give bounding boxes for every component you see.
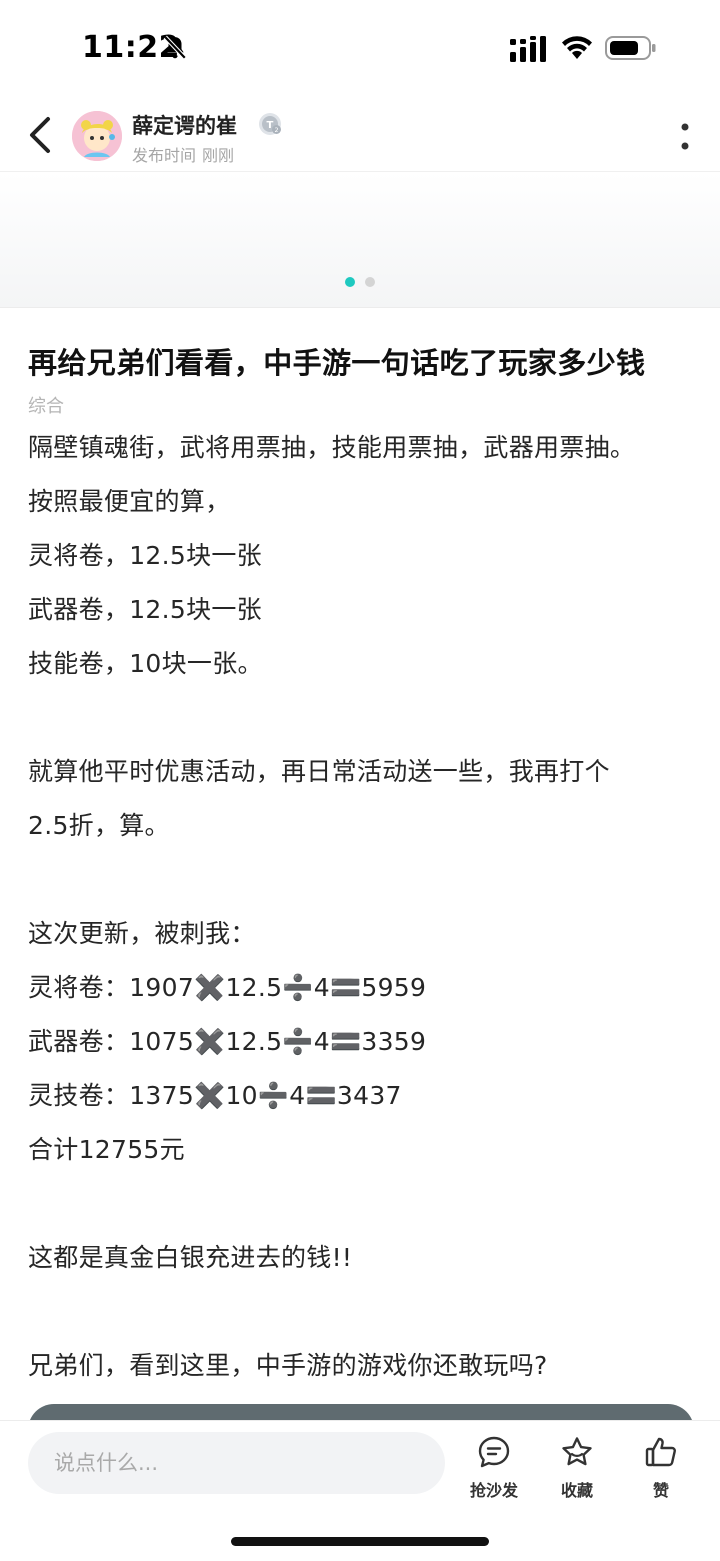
sofa-label: 抢沙发 — [469, 1481, 518, 1500]
post-line: 灵将卷：1907✖️12.5➗4🟰5959 — [28, 973, 427, 1002]
post-header: 薛定谔的崔 T 2 发布时间 刚刚 — [0, 100, 720, 172]
image-carousel[interactable] — [0, 172, 720, 308]
post-line: 隔壁镇魂街，武将用票抽，技能用票抽，武器用票抽。 — [28, 433, 636, 462]
avatar[interactable] — [72, 111, 122, 161]
sofa-button[interactable]: 抢沙发 — [459, 1435, 529, 1501]
more-vertical-icon[interactable] — [678, 120, 692, 154]
like-button[interactable]: 赞 — [626, 1435, 696, 1501]
thumbs-up-icon — [645, 1437, 676, 1467]
bell-mute-icon — [163, 35, 187, 60]
post-line: 2.5折，算。 — [28, 811, 170, 840]
post-line: 这次更新，被刺我： — [28, 919, 256, 948]
post-line: 就算他平时优惠活动，再日常活动送一些，我再打个 — [28, 757, 610, 786]
post-line: 武器卷：1075✖️12.5➗4🟰3359 — [28, 1027, 427, 1056]
publish-label: 发布时间 — [132, 146, 197, 165]
comment-bubble-icon — [478, 1436, 510, 1468]
like-label: 赞 — [652, 1481, 669, 1500]
post-line-blank — [28, 853, 698, 907]
publish-time-line: 发布时间 刚刚 — [132, 142, 240, 166]
carousel-dot-active[interactable] — [345, 277, 355, 287]
avatar-image — [72, 111, 122, 161]
wifi-icon — [562, 36, 592, 59]
post-line: 灵将卷，12.5块一张 — [28, 541, 262, 570]
favorite-button[interactable]: 收藏 — [542, 1435, 612, 1501]
post-line-blank — [28, 1285, 698, 1339]
carousel-dot[interactable] — [365, 277, 375, 287]
post-line: 灵技卷：1375✖️10➗4🟰3437 — [28, 1081, 402, 1110]
favorite-label: 收藏 — [560, 1481, 593, 1500]
comment-input[interactable] — [28, 1432, 445, 1494]
level-badge-icon: T 2 — [259, 113, 281, 135]
post-line: 技能卷，10块一张。 — [28, 649, 263, 678]
post-category[interactable]: 综合 — [28, 392, 64, 418]
post-line: 合计12755元 — [28, 1135, 185, 1164]
post-title: 再给兄弟们看看，中手游一句话吃了玩家多少钱 — [28, 346, 646, 380]
battery-icon — [605, 36, 656, 60]
post-line-blank — [28, 1177, 698, 1231]
back-arrow-icon[interactable] — [26, 116, 56, 154]
home-indicator[interactable] — [231, 1537, 489, 1546]
post-line: 武器卷，12.5块一张 — [28, 595, 262, 624]
post-line: 这都是真金白银充进去的钱!! — [28, 1243, 353, 1272]
post-line: 按照最便宜的算， — [28, 487, 231, 516]
post-line: 兄弟们，看到这里，中手游的游戏你还敢玩吗? — [28, 1351, 548, 1380]
star-icon — [562, 1437, 592, 1466]
author-name[interactable]: 薛定谔的崔 — [132, 110, 237, 140]
cellular-signal-icon — [510, 36, 546, 62]
svg-text:2: 2 — [275, 126, 279, 134]
status-bar: 11:22 — [0, 0, 720, 100]
post-body: 隔壁镇魂街，武将用票抽，技能用票抽，武器用票抽。 按照最便宜的算， 灵将卷，12… — [28, 421, 698, 1393]
post-line-blank — [28, 691, 698, 745]
publish-time: 刚刚 — [202, 146, 235, 165]
